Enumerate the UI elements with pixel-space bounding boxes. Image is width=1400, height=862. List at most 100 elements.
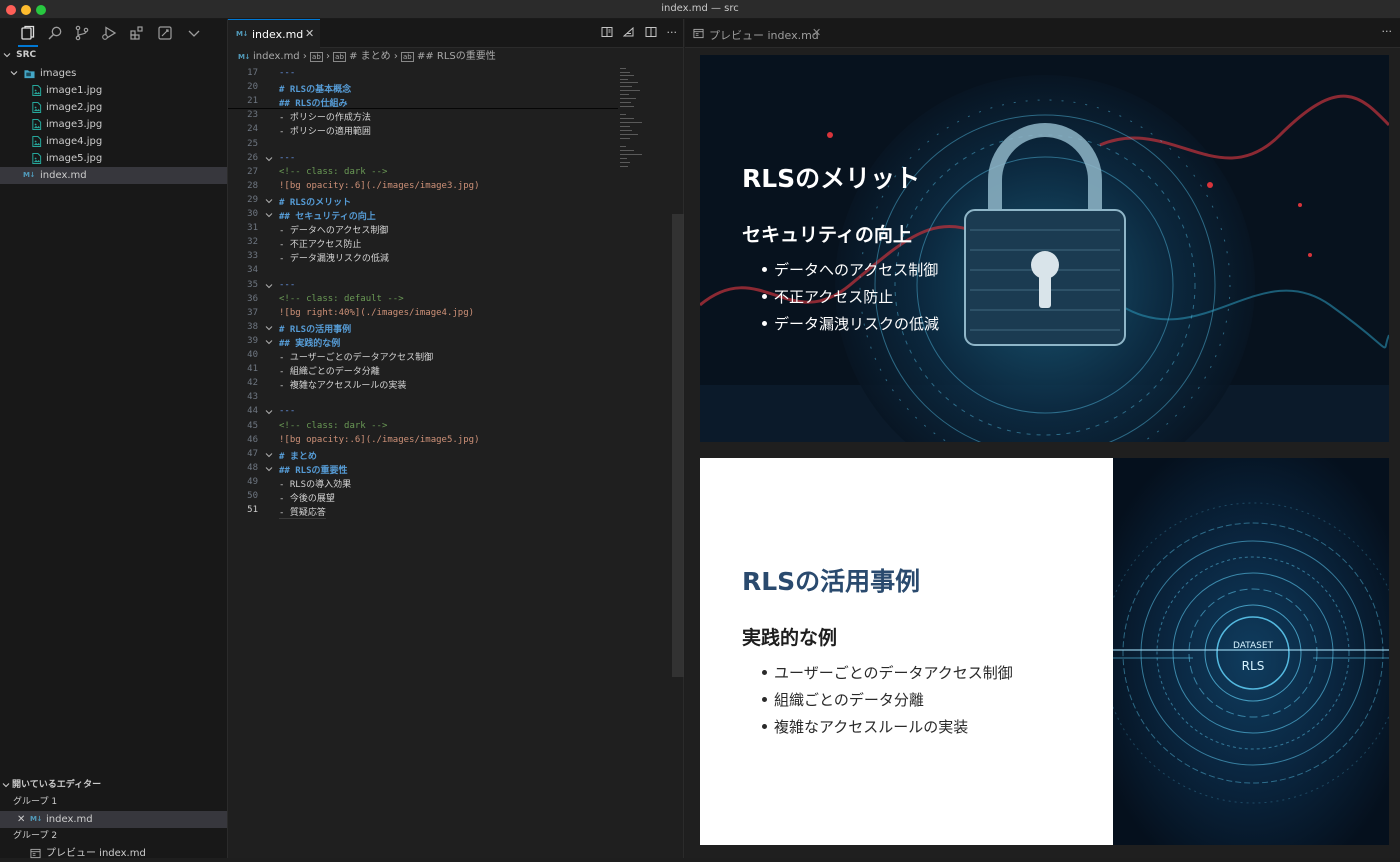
fold-chevron-icon[interactable] <box>265 338 273 346</box>
slide-title: RLSの活用事例 <box>742 567 921 596</box>
code-line: # まとめ <box>279 451 317 462</box>
line-number: 40 <box>247 350 258 360</box>
code-line: - 質疑応答 <box>279 505 326 520</box>
code-line: - 今後の展望 <box>279 494 335 504</box>
sticky-scroll-divider <box>228 108 618 110</box>
breadcrumb-file[interactable]: index.md <box>253 51 300 62</box>
tree-file-image4[interactable]: image4.jpg <box>0 133 227 150</box>
fold-chevron-icon[interactable] <box>265 155 273 163</box>
code-line: - ユーザーごとのデータアクセス制御 <box>279 353 434 363</box>
code-line: - 複雑なアクセスルールの実装 <box>279 381 407 392</box>
split-editor-icon[interactable] <box>645 26 657 38</box>
tree-file-index-md[interactable]: M↓ index.md <box>0 167 227 184</box>
group2-header[interactable]: グループ 2 <box>0 828 227 845</box>
code-line: - データへのアクセス制御 <box>279 226 389 237</box>
tree-folder-images[interactable]: images <box>0 65 227 82</box>
search-icon[interactable] <box>47 25 63 41</box>
chevron-down-icon[interactable] <box>186 25 202 41</box>
fold-chevron-icon[interactable] <box>265 197 273 205</box>
markdown-icon: M↓ <box>30 815 42 823</box>
code-line: ## 実践的な例 <box>279 338 341 349</box>
breadcrumb-h1[interactable]: # まとめ <box>349 51 391 62</box>
fold-chevron-icon[interactable] <box>265 408 273 416</box>
explorer-section-label: SRC <box>16 50 37 60</box>
line-number: 23 <box>247 110 258 121</box>
breadcrumb-h2[interactable]: ## RLSの重要性 <box>417 51 496 62</box>
code-line: <!-- class: dark --> <box>279 420 388 431</box>
image-file-icon <box>32 102 42 113</box>
open-editor-preview[interactable]: プレビュー index.md <box>0 845 227 862</box>
explorer-section-header[interactable]: SRC <box>0 50 36 60</box>
tree-file-image2[interactable]: image2.jpg <box>0 99 227 116</box>
remote-explorer-icon[interactable] <box>157 25 173 41</box>
file-label: image4.jpg <box>46 136 103 147</box>
line-number: 30 <box>247 209 258 219</box>
fold-chevron-icon[interactable] <box>265 324 273 332</box>
slide-subtitle: 実践的な例 <box>742 627 838 649</box>
line-number: 33 <box>247 251 258 262</box>
fold-chevron-icon[interactable] <box>265 211 273 219</box>
code-line: <!-- class: dark --> <box>279 166 388 177</box>
editor-tab-index-md[interactable]: M↓ index.md ✕ <box>228 19 320 48</box>
run-debug-icon[interactable] <box>101 25 117 41</box>
marp-icon[interactable] <box>622 26 635 38</box>
slide-bullet-list: ユーザーごとのデータアクセス制御 組織ごとのデータ分離 複雑なアクセスルールの実… <box>760 662 1013 743</box>
line-number: 39 <box>247 335 258 346</box>
heading-symbol-icon: ab <box>310 52 323 62</box>
tree-file-image5[interactable]: image5.jpg <box>0 150 227 167</box>
line-number: 35 <box>247 279 258 290</box>
slide-rls-use-cases: DATASET RLS RLSの活用事例 実践的な例 ユーザーごとのデータアクセ… <box>700 458 1389 845</box>
line-number: 41 <box>247 364 258 375</box>
code-line: ![bg opacity:.6](./images/image3.jpg) <box>279 180 480 191</box>
line-number: 34 <box>247 265 258 276</box>
chevron-down-icon <box>10 71 18 76</box>
image-file-icon <box>32 136 42 147</box>
group1-header[interactable]: グループ 1 <box>0 794 227 811</box>
open-editor-index-md[interactable]: ✕ M↓ index.md <box>0 811 227 828</box>
image-caption-rls: RLS <box>1242 659 1265 673</box>
preview-icon <box>693 28 704 39</box>
line-number: 31 <box>247 223 258 234</box>
code-line: - 組織ごとのデータ分離 <box>279 367 380 378</box>
image-file-icon <box>32 119 42 130</box>
fold-chevron-icon[interactable] <box>265 282 273 290</box>
file-label: image2.jpg <box>46 102 103 113</box>
code-line: --- <box>279 279 296 290</box>
close-icon[interactable]: ✕ <box>812 26 821 39</box>
slide-bullet: 組織ごとのデータ分離 <box>760 689 1013 716</box>
code-line: ## RLSの重要性 <box>279 465 348 476</box>
image-folder-icon <box>24 70 35 79</box>
fold-chevron-icon[interactable] <box>265 465 273 473</box>
code-line: - RLSの導入効果 <box>279 479 352 490</box>
lock-background-image <box>700 55 1389 442</box>
line-number: 28 <box>247 180 258 191</box>
group2-label: グループ 2 <box>13 831 58 841</box>
slide-rls-merits: RLSのメリット セキュリティの向上 データへのアクセス制御 不正アクセス防止 … <box>700 55 1389 442</box>
folder-label: images <box>40 68 77 79</box>
extensions-icon[interactable] <box>129 25 145 41</box>
image-file-icon <box>32 153 42 164</box>
code-line: --- <box>279 406 296 417</box>
fold-chevron-icon[interactable] <box>265 451 273 459</box>
line-number: 51 <box>247 505 258 516</box>
editor-scrollbar[interactable] <box>672 214 684 677</box>
preview-tab[interactable]: プレビュー index.md ✕ <box>685 19 827 48</box>
close-icon[interactable]: ✕ <box>17 811 25 828</box>
editor-actions: ··· <box>601 26 678 39</box>
tree-file-image1[interactable]: image1.jpg <box>0 82 227 99</box>
line-number: 36 <box>247 293 258 304</box>
line-number: 38 <box>247 321 258 332</box>
more-actions-icon[interactable]: ··· <box>667 26 678 39</box>
close-icon[interactable]: ✕ <box>305 27 314 40</box>
line-number: 50 <box>247 491 258 501</box>
minimap[interactable] <box>618 66 658 186</box>
explorer-icon[interactable] <box>20 25 36 41</box>
open-editors-header[interactable]: 開いているエディター <box>0 777 227 794</box>
open-preview-icon[interactable] <box>601 26 613 38</box>
code-line: <!-- class: default --> <box>279 293 404 304</box>
line-number: 20 <box>247 82 258 93</box>
active-view-indicator <box>18 45 38 47</box>
tree-file-image3[interactable]: image3.jpg <box>0 116 227 133</box>
source-control-icon[interactable] <box>74 25 90 41</box>
more-actions-icon[interactable]: ··· <box>1382 25 1393 38</box>
